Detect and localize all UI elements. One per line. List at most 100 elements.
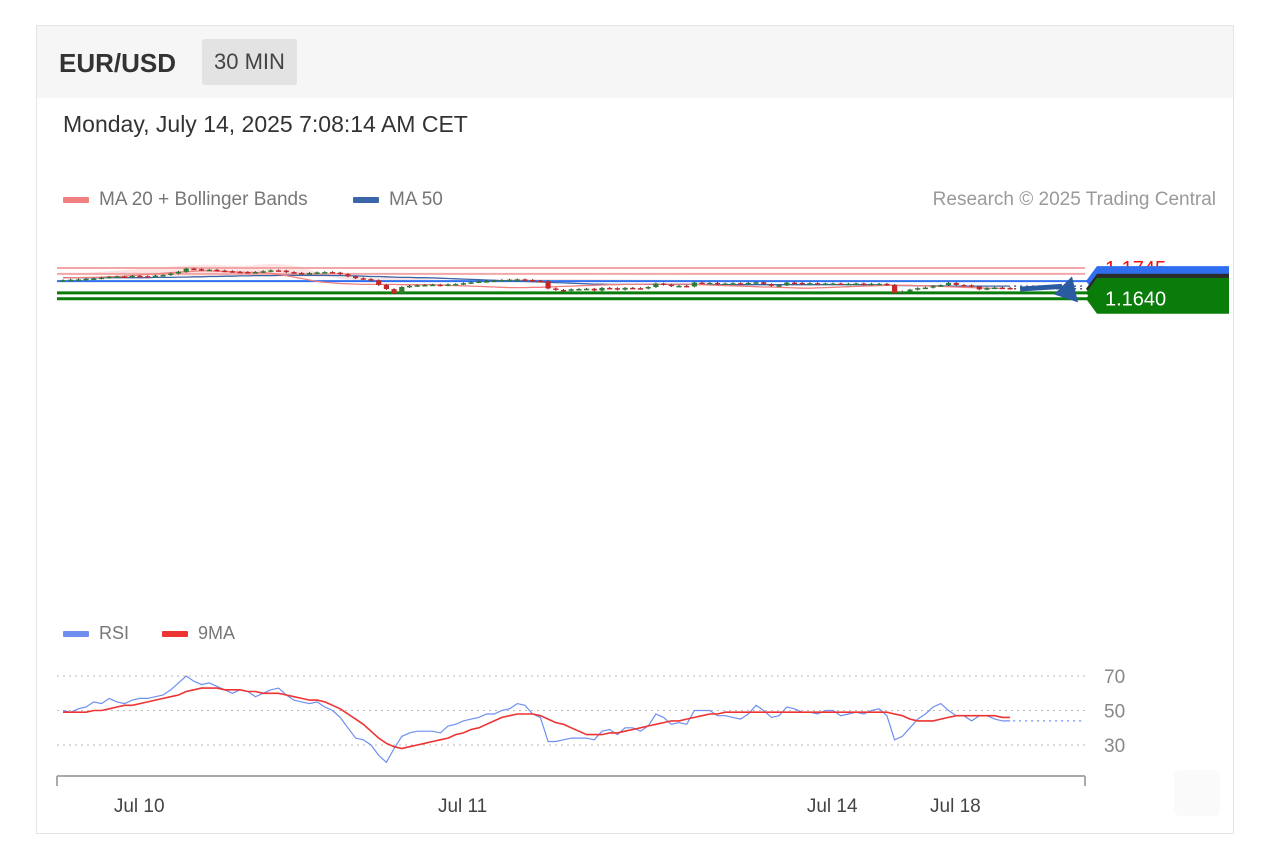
- candle: [637, 287, 644, 290]
- candle: [322, 271, 328, 274]
- candle-body: [145, 276, 151, 278]
- candle-body: [68, 279, 74, 282]
- candle-body: [152, 275, 158, 278]
- candle-body: [753, 282, 759, 284]
- candle: [453, 283, 459, 286]
- candle: [745, 282, 751, 285]
- forecast-arrow-shaft: [1019, 283, 1063, 292]
- candle-body: [653, 283, 659, 288]
- candle-body: [884, 283, 890, 286]
- candle-body: [568, 289, 574, 291]
- candle-body: [961, 284, 967, 287]
- candle-body: [614, 288, 620, 290]
- candle-body: [491, 280, 497, 283]
- candle: [969, 284, 975, 288]
- candle-body: [252, 272, 259, 274]
- candle-body: [106, 276, 112, 279]
- candle-body: [437, 284, 443, 287]
- candle-body: [845, 283, 851, 286]
- candle: [145, 275, 151, 278]
- candle-body: [668, 284, 674, 287]
- candle-body: [784, 282, 790, 286]
- candle-body: [976, 286, 982, 290]
- candle: [876, 282, 882, 286]
- candle-body: [738, 283, 744, 285]
- x-tick-label: Jul 10: [114, 796, 165, 817]
- candle-body: [160, 275, 166, 277]
- candle-body: [999, 287, 1005, 290]
- x-tick-label: Jul 11: [438, 796, 487, 817]
- candle-body: [830, 283, 836, 286]
- candle-body: [468, 282, 474, 284]
- candle-body: [607, 287, 613, 290]
- candle-body: [75, 279, 81, 281]
- candle: [1007, 287, 1013, 290]
- candle: [799, 282, 805, 285]
- candle: [915, 287, 921, 291]
- candle: [992, 286, 998, 290]
- candle: [676, 284, 682, 288]
- candle-body: [514, 279, 520, 281]
- candle-body: [591, 288, 597, 291]
- candle-body: [260, 271, 266, 273]
- candle: [599, 287, 605, 292]
- candle-body: [245, 272, 251, 274]
- candle: [738, 282, 744, 285]
- candle: [953, 282, 959, 286]
- candle-body: [776, 285, 782, 287]
- candle: [545, 280, 551, 290]
- candle: [691, 281, 697, 288]
- candle: [75, 278, 81, 281]
- candle: [383, 284, 389, 290]
- candle: [329, 271, 336, 274]
- candle: [584, 287, 590, 291]
- candle: [391, 288, 397, 295]
- candle-body: [114, 276, 120, 278]
- candle-body: [684, 285, 690, 288]
- scroll-corner[interactable]: [1174, 770, 1220, 816]
- candle-body: [953, 282, 959, 285]
- candle-body: [522, 279, 528, 281]
- candle: [961, 284, 967, 287]
- candle-body: [399, 287, 405, 294]
- candle-body: [291, 272, 297, 274]
- candle-body: [122, 276, 128, 278]
- candle-body: [676, 285, 682, 288]
- candle: [568, 288, 574, 292]
- candle-body: [376, 280, 382, 285]
- candle-body: [268, 270, 274, 272]
- candle-body: [930, 286, 936, 288]
- candle-body: [799, 282, 805, 285]
- candle: [622, 287, 628, 291]
- candle-body: [915, 288, 921, 290]
- candle-body: [322, 272, 328, 274]
- candle-body: [768, 284, 774, 286]
- candle-body: [129, 275, 135, 278]
- candle-body: [199, 269, 205, 271]
- candle-body: [237, 271, 243, 274]
- candle-body: [661, 283, 667, 286]
- candle: [853, 282, 859, 286]
- candle: [614, 287, 620, 291]
- candle-body: [853, 283, 859, 286]
- candle-body: [430, 284, 436, 287]
- candle: [591, 287, 597, 292]
- candle: [768, 283, 774, 287]
- rsi-9ma-line: [63, 687, 1011, 750]
- candle-body: [576, 289, 582, 291]
- candle: [406, 284, 413, 288]
- candle-body: [907, 289, 913, 292]
- candle-body: [222, 270, 228, 273]
- candle: [460, 282, 466, 285]
- candle: [892, 284, 898, 294]
- candle-body: [807, 283, 813, 285]
- candle-body: [699, 282, 705, 285]
- candle: [868, 282, 875, 286]
- candle-body: [360, 278, 366, 280]
- candle-body: [368, 279, 374, 281]
- rsi-tick-50: 50: [1104, 702, 1125, 723]
- candle-body: [691, 282, 697, 287]
- level-label-1.1640: 1.1640: [1105, 289, 1166, 311]
- candle-body: [722, 283, 728, 286]
- candle-body: [414, 285, 420, 287]
